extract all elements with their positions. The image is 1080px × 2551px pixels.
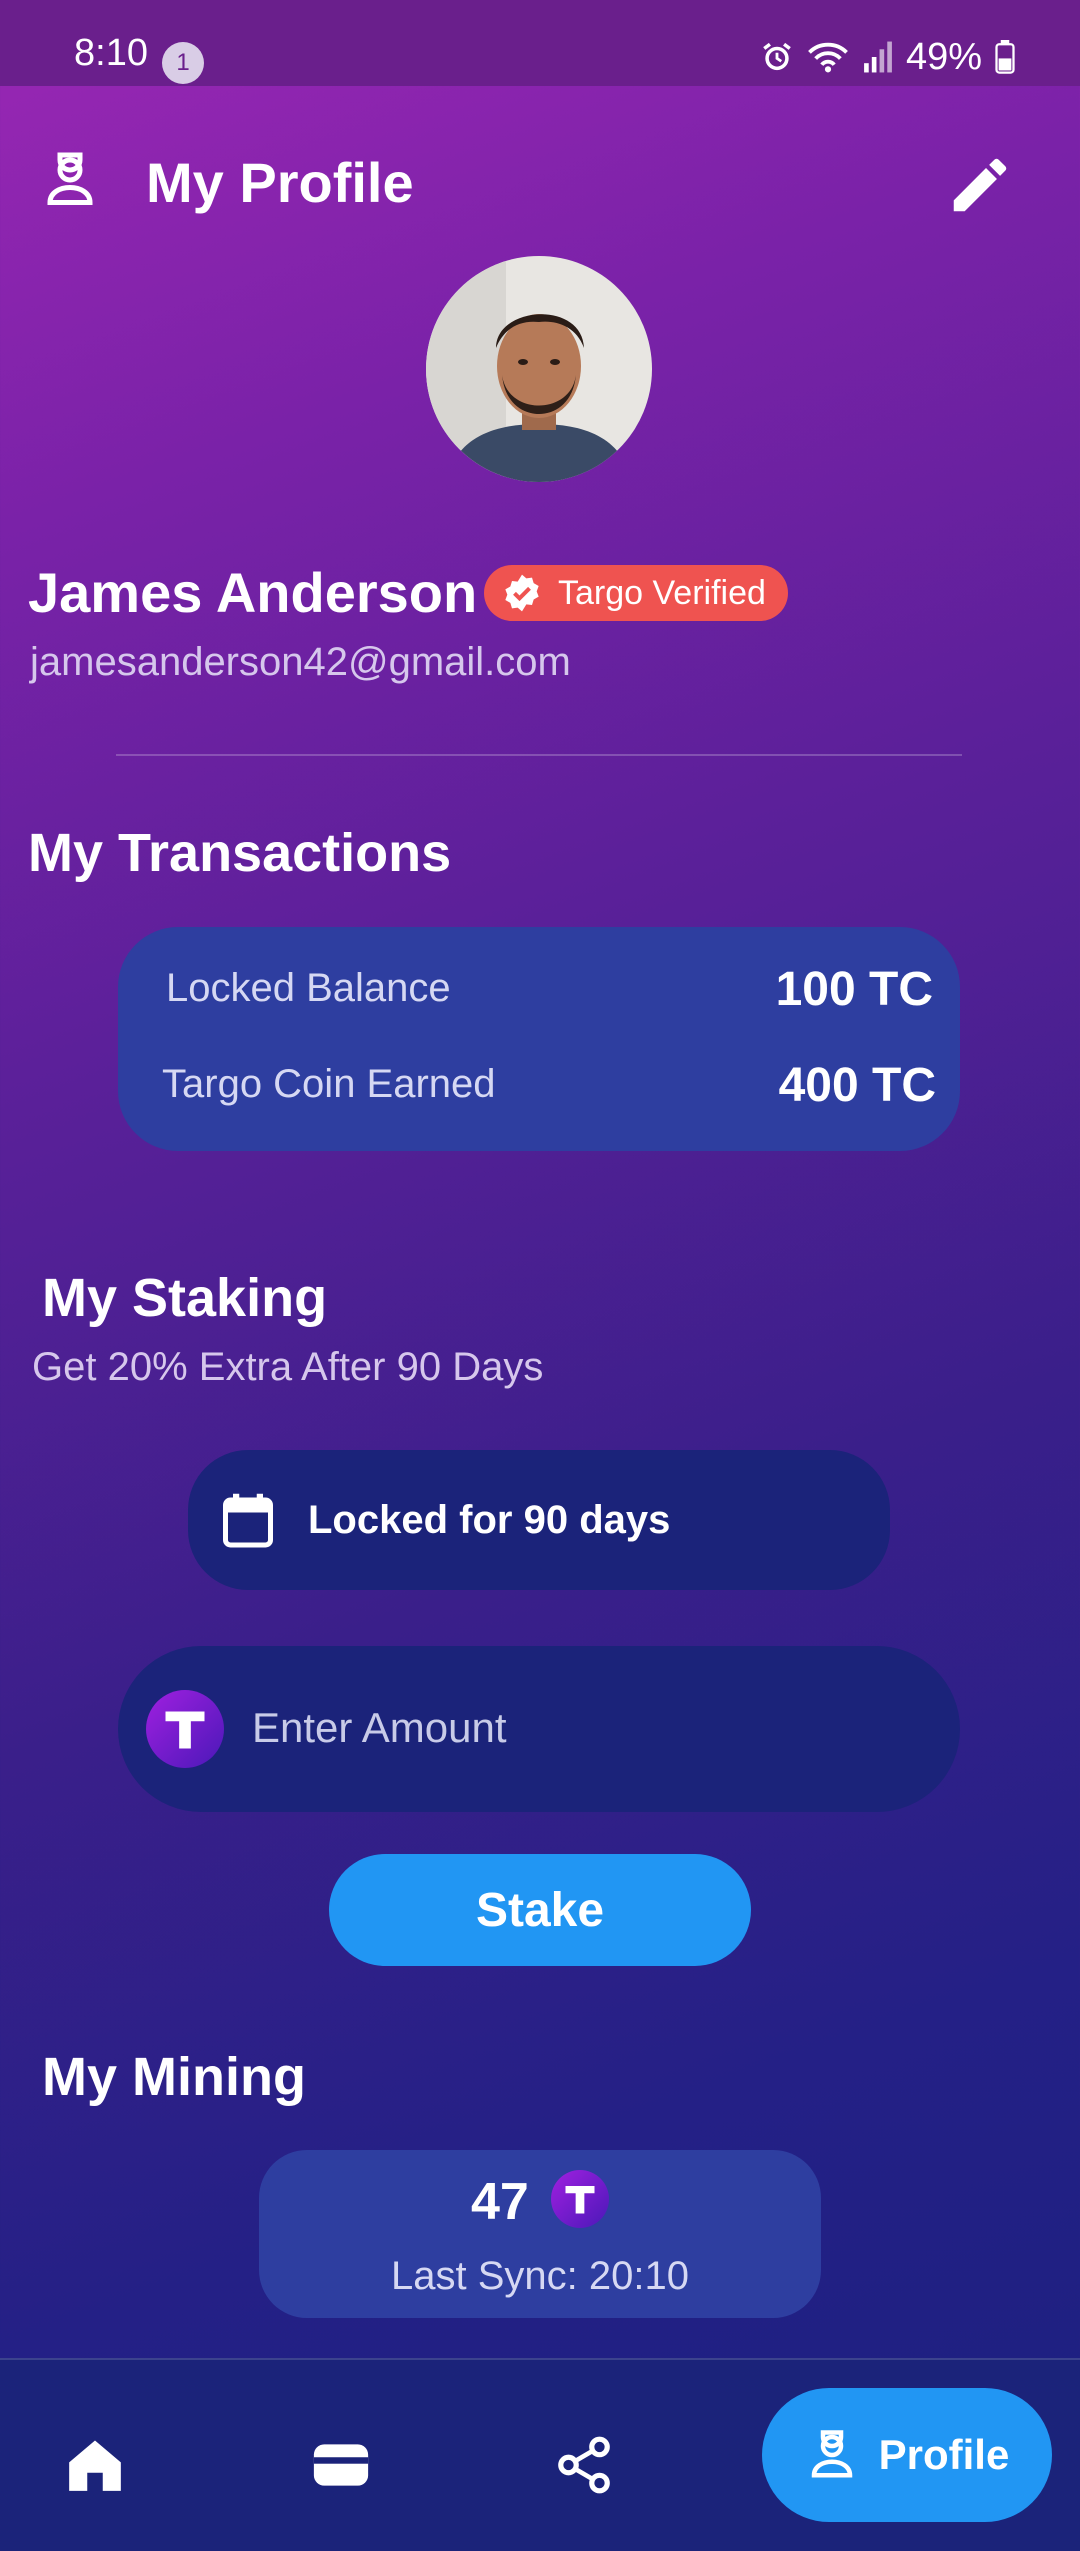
- edit-pencil-icon[interactable]: [945, 150, 1015, 220]
- coin-earned-label: Targo Coin Earned: [162, 1062, 496, 1106]
- lock-period-selector[interactable]: Locked for 90 days: [188, 1450, 890, 1590]
- alarm-icon: [763, 42, 791, 71]
- nav-profile-label: Profile: [878, 2431, 1010, 2478]
- status-time: 8:10: [74, 32, 148, 74]
- avatar: [426, 256, 652, 482]
- stake-button[interactable]: Stake: [329, 1854, 751, 1966]
- user-email: jamesanderson42@gmail.com: [30, 640, 571, 684]
- bottom-nav: Profile: [0, 2358, 1080, 2551]
- signal-icon: [864, 41, 892, 73]
- user-name: James Anderson: [28, 561, 478, 624]
- divider: [116, 754, 962, 756]
- targo-coin-icon: [551, 2170, 609, 2228]
- coin-earned-value: 400 TC: [778, 1059, 936, 1112]
- amount-input[interactable]: [252, 1698, 902, 1758]
- mining-last-sync: Last Sync: 20:10: [391, 2254, 689, 2298]
- locked-balance-label: Locked Balance: [166, 966, 451, 1010]
- status-icons: 49%: [760, 32, 1016, 82]
- targo-coin-icon: [146, 1690, 224, 1768]
- transactions-title: My Transactions: [28, 823, 452, 883]
- staking-title: My Staking: [42, 1268, 328, 1328]
- verified-check-icon: [505, 574, 539, 612]
- nav-profile[interactable]: Profile: [762, 2388, 1052, 2522]
- home-icon[interactable]: [64, 2434, 126, 2496]
- mining-title: My Mining: [42, 2047, 306, 2107]
- page-title: My Profile: [146, 151, 414, 214]
- amount-field: [118, 1646, 960, 1812]
- profile-icon: [811, 2430, 852, 2478]
- notification-badge: 1: [162, 42, 204, 84]
- wifi-icon: [808, 42, 848, 73]
- verified-label: Targo Verified: [558, 573, 766, 612]
- battery-percent: 49%: [906, 35, 983, 78]
- profile-icon: [47, 152, 93, 205]
- lock-period-label: Locked for 90 days: [308, 1498, 671, 1542]
- mining-count: 47: [471, 2173, 529, 2231]
- verified-badge: Targo Verified: [484, 565, 788, 621]
- wallet-icon[interactable]: [310, 2434, 372, 2496]
- locked-balance-value: 100 TC: [775, 963, 933, 1016]
- mining-card: 47 Last Sync: 20:10: [259, 2150, 821, 2318]
- staking-subtitle: Get 20% Extra After 90 Days: [32, 1345, 544, 1389]
- battery-icon: [995, 40, 1015, 74]
- share-icon[interactable]: [553, 2434, 615, 2496]
- transactions-card: [118, 927, 960, 1151]
